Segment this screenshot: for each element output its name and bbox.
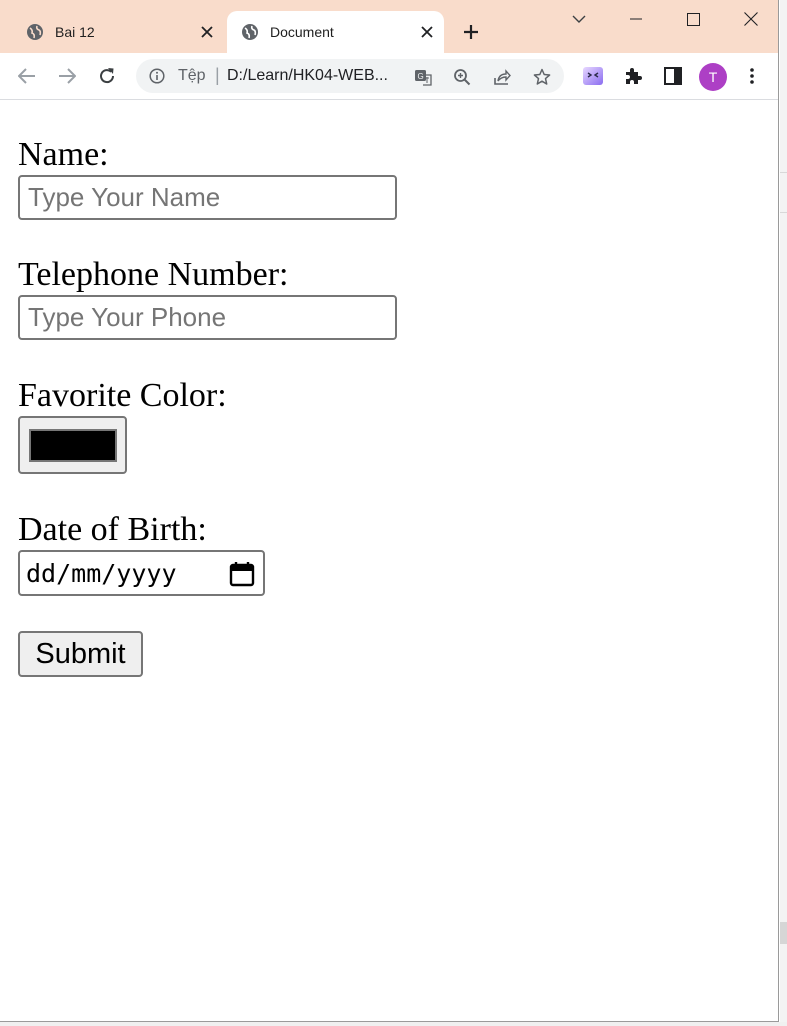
browser-window: Bai 12 Document Tệp | D:/Learn/HK04-WEB.… <box>0 0 779 1022</box>
new-tab-button[interactable] <box>459 20 483 44</box>
dob-date-input[interactable]: dd/mm/yyyy <box>18 550 265 596</box>
svg-text:G: G <box>418 72 424 81</box>
color-swatch <box>29 429 117 462</box>
color-picker[interactable] <box>18 416 127 474</box>
tab-strip: Bai 12 Document <box>0 0 778 53</box>
close-tab-icon[interactable] <box>196 21 218 43</box>
url-text[interactable]: D:/Learn/HK04-WEB... <box>227 67 405 85</box>
translate-icon[interactable]: G <box>412 66 434 88</box>
tab-document[interactable]: Document <box>227 11 444 53</box>
phone-input[interactable] <box>18 295 397 340</box>
tab-title: Document <box>270 24 334 40</box>
divider <box>780 212 787 213</box>
minimize-button[interactable] <box>616 4 656 34</box>
background-window-edge <box>780 0 787 1026</box>
scheme-label: Tệp <box>178 67 206 84</box>
back-icon[interactable] <box>13 62 41 90</box>
maximize-button[interactable] <box>673 4 713 34</box>
taskbar-edge <box>0 1022 787 1026</box>
tab-bai-12[interactable]: Bai 12 <box>12 11 224 53</box>
address-bar[interactable]: Tệp | D:/Learn/HK04-WEB... G <box>136 59 564 93</box>
name-input[interactable] <box>18 175 397 220</box>
tab-search-chevron-icon[interactable] <box>568 8 590 30</box>
close-tab-icon[interactable] <box>416 21 438 43</box>
forward-icon[interactable] <box>53 62 81 90</box>
scheme-separator: | <box>215 65 220 85</box>
color-label: Favorite Color: <box>18 377 227 414</box>
bookmark-star-icon[interactable] <box>531 66 553 88</box>
selected-row-shade <box>780 922 787 944</box>
zoom-icon[interactable] <box>451 66 473 88</box>
menu-icon[interactable] <box>738 62 766 90</box>
browser-toolbar: Tệp | D:/Learn/HK04-WEB... G T <box>0 53 778 100</box>
tab-title: Bai 12 <box>55 24 95 40</box>
profile-avatar[interactable]: T <box>699 63 727 91</box>
share-icon[interactable] <box>491 66 513 88</box>
globe-icon <box>241 23 259 41</box>
extension-icon[interactable] <box>579 62 607 90</box>
phone-label: Telephone Number: <box>18 256 289 293</box>
page-content: Name: Telephone Number: Favorite Color: … <box>0 101 778 1021</box>
submit-button[interactable]: Submit <box>18 631 143 677</box>
reload-icon[interactable] <box>93 62 121 90</box>
puzzle-icon[interactable] <box>619 62 647 90</box>
dob-label: Date of Birth: <box>18 511 207 548</box>
side-panel-icon[interactable] <box>659 62 687 90</box>
date-format-text: dd/mm/yyyy <box>26 558 177 588</box>
calendar-icon[interactable] <box>229 561 255 587</box>
close-window-button[interactable] <box>731 4 771 34</box>
divider <box>780 172 787 173</box>
info-icon[interactable] <box>148 67 166 85</box>
globe-icon <box>26 23 44 41</box>
name-label: Name: <box>18 136 109 173</box>
